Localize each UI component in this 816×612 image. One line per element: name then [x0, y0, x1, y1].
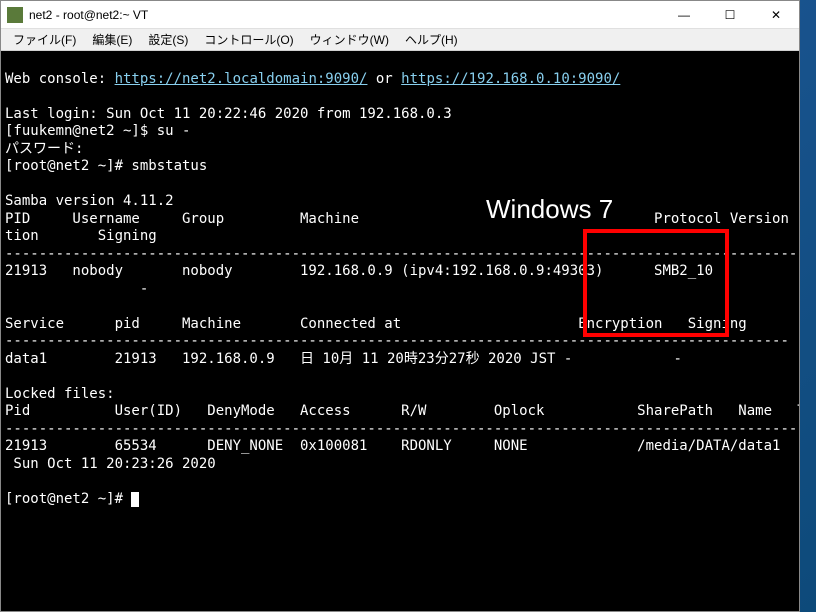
terminal-line-divider: ----------------------------------------… [5, 333, 789, 349]
close-button[interactable]: ✕ [753, 1, 799, 29]
menu-settings[interactable]: 設定(S) [140, 29, 196, 50]
terminal-line-locked: Locked files: [5, 386, 115, 402]
menubar: ファイル(F) 編集(E) 設定(S) コントロール(O) ウィンドウ(W) ヘ… [1, 29, 799, 51]
terminal-line-divider: ----------------------------------------… [5, 421, 799, 437]
window-controls: — ☐ ✕ [661, 1, 799, 29]
app-icon [7, 7, 23, 23]
cursor-icon [131, 492, 139, 507]
menu-edit[interactable]: 編集(E) [84, 29, 140, 50]
menu-file[interactable]: ファイル(F) [5, 29, 84, 50]
minimize-button[interactable]: — [661, 1, 707, 29]
terminal-line-header: PID Username Group Machine Protocol Vers… [5, 211, 799, 227]
vt-terminal-window: net2 - root@net2:~ VT — ☐ ✕ ファイル(F) 編集(E… [0, 0, 800, 612]
terminal-line-row: Sun Oct 11 20:23:26 2020 [5, 456, 216, 472]
terminal-line-row: - [5, 281, 148, 297]
window-title: net2 - root@net2:~ VT [29, 8, 661, 22]
maximize-button[interactable]: ☐ [707, 1, 753, 29]
terminal-prompt: [root@net2 ~]# [5, 491, 139, 507]
terminal-body[interactable]: Web console: https://net2.localdomain:90… [1, 51, 799, 611]
web-console-link-local[interactable]: https://net2.localdomain:9090/ [115, 71, 368, 87]
terminal-line-version: Samba version 4.11.2 [5, 193, 174, 209]
terminal-line-password: パスワード: [5, 141, 83, 157]
terminal-line-row: 21913 65534 DENY_NONE 0x100081 RDONLY NO… [5, 438, 799, 454]
terminal-line: Web console: https://net2.localdomain:90… [5, 71, 620, 87]
terminal-line-smbstatus: [root@net2 ~]# smbstatus [5, 158, 207, 174]
terminal-line-header: Service pid Machine Connected at Encrypt… [5, 316, 747, 332]
terminal-line-lastlogin: Last login: Sun Oct 11 20:22:46 2020 fro… [5, 106, 452, 122]
titlebar[interactable]: net2 - root@net2:~ VT — ☐ ✕ [1, 1, 799, 29]
terminal-line-divider: ----------------------------------------… [5, 246, 799, 262]
menu-help[interactable]: ヘルプ(H) [397, 29, 466, 50]
terminal-line-row: 21913 nobody nobody 192.168.0.9 (ipv4:19… [5, 263, 799, 279]
terminal-line-row: data1 21913 192.168.0.9 日 10月 11 20時23分2… [5, 351, 682, 367]
menu-window[interactable]: ウィンドウ(W) [302, 29, 397, 50]
web-console-link-ip[interactable]: https://192.168.0.10:9090/ [401, 71, 620, 87]
terminal-line-header: tion Signing [5, 228, 157, 244]
menu-control[interactable]: コントロール(O) [196, 29, 301, 50]
terminal-line-su: [fuukemn@net2 ~]$ su - [5, 123, 190, 139]
terminal-line-header: Pid User(ID) DenyMode Access R/W Oplock … [5, 403, 799, 419]
